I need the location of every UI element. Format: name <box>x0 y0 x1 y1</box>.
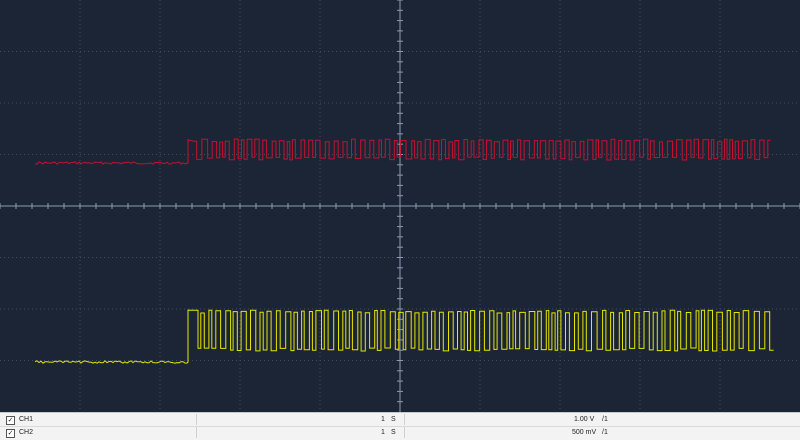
ch1-checkbox-icon[interactable]: ✓ <box>6 416 15 425</box>
ch2-time-unit: S <box>391 429 396 436</box>
ch1-time-unit: S <box>391 416 396 423</box>
ch1-volts-div: 1.00 V <box>574 416 595 423</box>
divider <box>404 414 405 425</box>
oscilloscope-display[interactable] <box>0 0 800 412</box>
ch1-time-base: 1 <box>381 416 385 423</box>
ch1-name: CH1 <box>19 416 34 423</box>
ch1-probe: /1 <box>602 416 608 423</box>
channel-row-ch1[interactable]: ✓ CH1 1 S 1.00 V /1 <box>0 413 800 427</box>
channel-row-ch2[interactable]: ✓ CH2 1 S 500 mV /1 <box>0 426 800 439</box>
waveform-area[interactable] <box>0 0 800 412</box>
ch2-name: CH2 <box>19 429 34 436</box>
divider <box>404 427 405 438</box>
ch2-checkbox-icon[interactable]: ✓ <box>6 429 15 438</box>
channel-status-bar: ✓ CH1 1 S 1.00 V /1 ✓ CH2 1 S 500 mV /1 <box>0 412 800 440</box>
divider <box>196 414 197 425</box>
ch2-time-base: 1 <box>381 429 385 436</box>
divider <box>196 427 197 438</box>
ch2-probe: /1 <box>602 429 608 436</box>
ch2-volts-div: 500 mV <box>572 429 597 436</box>
